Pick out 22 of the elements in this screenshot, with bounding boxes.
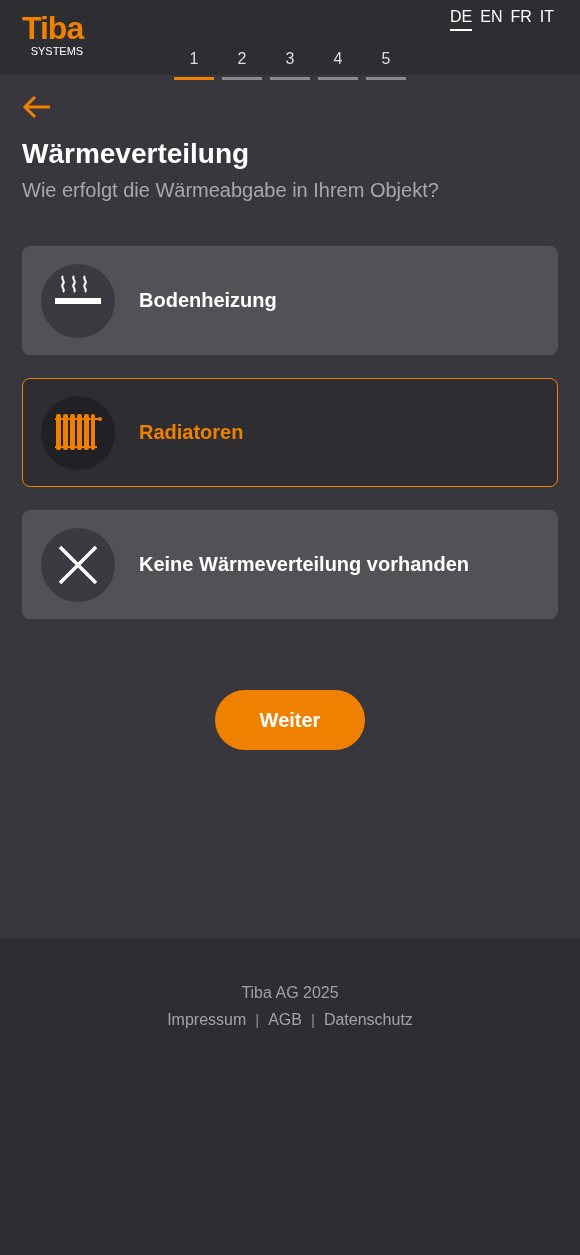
option-label: Keine Wärmeverteilung vorhanden bbox=[139, 553, 470, 576]
option-card[interactable]: Radiatoren bbox=[22, 378, 558, 487]
language-link[interactable]: IT bbox=[539, 8, 554, 31]
logo-wordmark[interactable]: Tiba bbox=[22, 12, 84, 44]
link-separator: | bbox=[311, 1011, 315, 1029]
language-link[interactable]: DE bbox=[450, 8, 473, 31]
link-separator: | bbox=[255, 1011, 260, 1029]
option-card[interactable]: Keine Wärmeverteilung vorhanden bbox=[22, 510, 558, 619]
footer-link[interactable]: Datenschutz bbox=[323, 1011, 413, 1029]
option-label: Radiatoren bbox=[139, 421, 244, 444]
logo-subtitle: SYSTEMS bbox=[30, 44, 84, 58]
option-card[interactable]: Bodenheizung bbox=[22, 246, 558, 355]
footer-link[interactable]: Impressum bbox=[167, 1011, 247, 1029]
footer-link[interactable]: AGB bbox=[268, 1011, 302, 1029]
page-title: Wärmeverteilung bbox=[22, 137, 251, 171]
language-link[interactable]: EN bbox=[480, 8, 503, 31]
page-subtitle: Wie erfolgt die Wärmeabgabe in Ihrem Objekt? bbox=[22, 179, 440, 202]
copyright-text: Tiba AG 2025 bbox=[241, 984, 339, 1002]
back-arrow-icon bbox=[22, 95, 52, 119]
language-link[interactable]: FR bbox=[510, 8, 532, 31]
back-button[interactable] bbox=[22, 95, 52, 119]
option-label: Bodenheizung bbox=[139, 289, 277, 312]
